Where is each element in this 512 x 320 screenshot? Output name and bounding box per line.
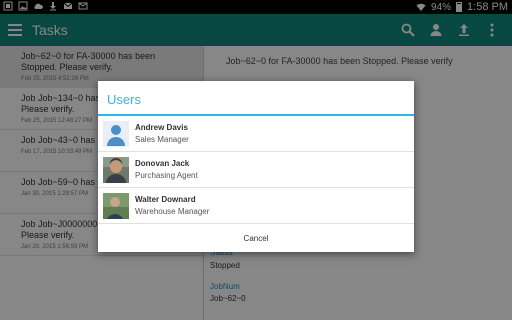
user-name: Andrew Davis: [135, 123, 188, 132]
cancel-button[interactable]: Cancel: [98, 226, 414, 252]
photo-avatar: [103, 193, 129, 219]
user-role: Warehouse Manager: [135, 207, 210, 216]
default-person-icon: [103, 121, 129, 147]
user-row-andrew-davis[interactable]: Andrew Davis Sales Manager: [98, 116, 414, 152]
user-row-walter-downard[interactable]: Walter Downard Warehouse Manager: [98, 188, 414, 224]
user-row-donovan-jack[interactable]: Donovan Jack Purchasing Agent: [98, 152, 414, 188]
photo-avatar: [103, 157, 129, 183]
user-role: Purchasing Agent: [135, 171, 198, 180]
user-name: Walter Downard: [135, 195, 196, 204]
dialog-title: Users: [98, 81, 414, 116]
user-name: Donovan Jack: [135, 159, 190, 168]
users-dialog: Users Andrew Davis Sales Manager Donovan…: [98, 81, 414, 252]
user-role: Sales Manager: [135, 135, 189, 144]
